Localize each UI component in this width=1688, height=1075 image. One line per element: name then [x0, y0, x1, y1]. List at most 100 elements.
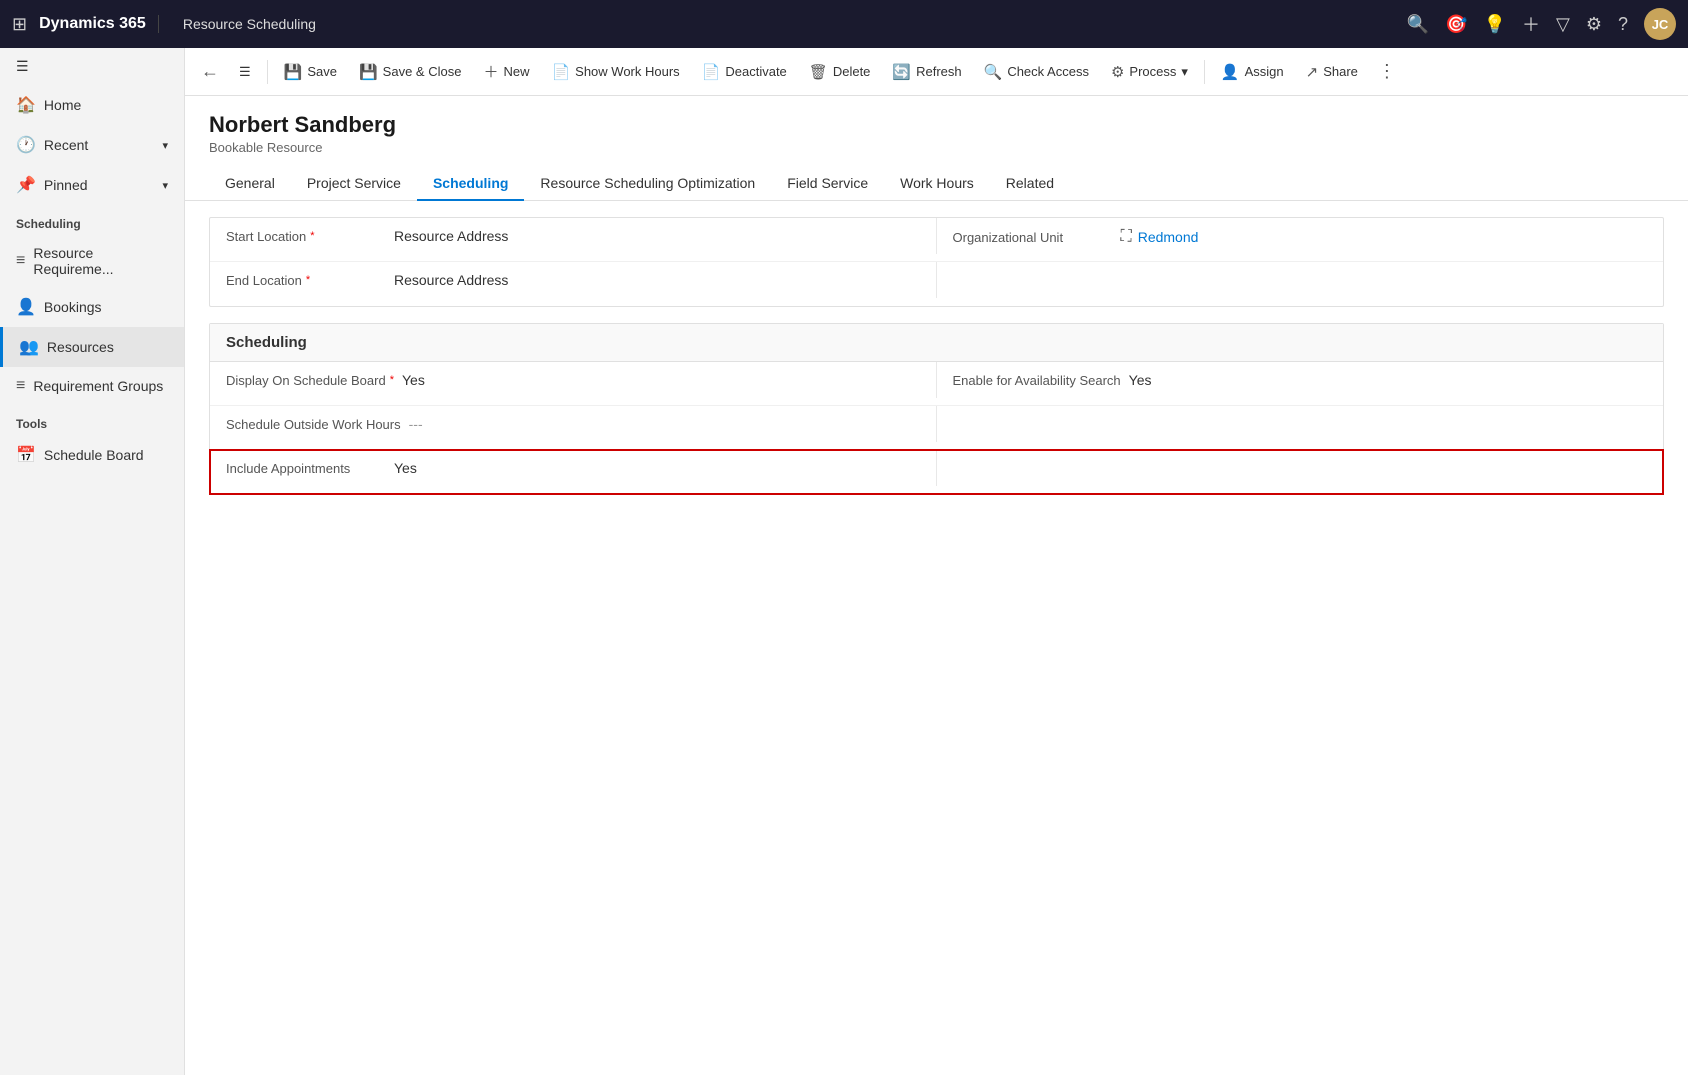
resources-icon: 👥 — [19, 337, 39, 357]
share-button[interactable]: ↗ Share — [1296, 57, 1368, 87]
resource-req-icon: ≡ — [16, 252, 25, 270]
recent-chevron-icon: ▾ — [162, 139, 168, 152]
recent-icon: 🕐 — [16, 135, 36, 155]
grid-icon[interactable]: ⊞ — [12, 14, 27, 35]
assign-button[interactable]: 👤 Assign — [1211, 57, 1294, 87]
tab-general[interactable]: General — [209, 167, 291, 201]
schedule-outside-value[interactable]: --- — [401, 416, 920, 432]
scheduling-section: Scheduling Display On Schedule Board * Y… — [209, 323, 1664, 495]
sidebar-menu-toggle[interactable]: ☰ — [0, 48, 184, 85]
schedule-outside-row: Schedule Outside Work Hours --- — [210, 406, 1663, 450]
add-icon[interactable]: ＋ — [1522, 11, 1540, 37]
delete-button[interactable]: 🗑 Delete — [799, 57, 881, 87]
enable-availability-cell: Enable for Availability Search Yes — [937, 362, 1664, 398]
assign-label: Assign — [1245, 64, 1284, 79]
end-location-cell: End Location * Resource Address — [210, 262, 937, 298]
start-location-value[interactable]: Resource Address — [386, 228, 920, 244]
sidebar-item-pinned[interactable]: 📌 Pinned ▾ — [0, 165, 184, 205]
sidebar: ☰ 🏠 Home 🕐 Recent ▾ 📌 Pinned ▾ Schedulin… — [0, 48, 185, 1075]
sidebar-resource-req-label: Resource Requireme... — [33, 245, 168, 277]
scheduling-section-header: Scheduling — [210, 324, 1663, 362]
refresh-button[interactable]: 🔄 Refresh — [882, 57, 971, 87]
delete-icon: 🗑 — [809, 63, 828, 81]
sidebar-tools-header: Tools — [0, 405, 184, 435]
settings-icon[interactable]: ⚙ — [1586, 14, 1602, 35]
back-button[interactable]: ← — [193, 55, 227, 88]
filter-icon[interactable]: ▽ — [1556, 14, 1570, 35]
sidebar-scheduling-header: Scheduling — [0, 205, 184, 235]
check-access-button[interactable]: 🔍 Check Access — [974, 57, 1099, 87]
share-icon: ↗ — [1306, 63, 1319, 81]
tab-resource-scheduling-opt[interactable]: Resource Scheduling Optimization — [524, 167, 771, 201]
include-appointments-value[interactable]: Yes — [386, 460, 920, 476]
user-avatar[interactable]: JC — [1644, 8, 1676, 40]
top-nav-right: 🔍 🎯 💡 ＋ ▽ ⚙ ? JC — [1407, 8, 1676, 40]
sidebar-bookings-label: Bookings — [44, 299, 102, 315]
display-schedule-cell: Display On Schedule Board * Yes — [210, 362, 937, 398]
end-location-value[interactable]: Resource Address — [386, 272, 920, 288]
new-button[interactable]: ＋ New — [473, 55, 539, 88]
enable-availability-label: Enable for Availability Search — [953, 373, 1121, 388]
sidebar-item-resource-requirements[interactable]: ≡ Resource Requireme... — [0, 235, 184, 287]
delete-label: Delete — [833, 64, 871, 79]
tab-related[interactable]: Related — [990, 167, 1070, 201]
tab-field-service[interactable]: Field Service — [771, 167, 884, 201]
tab-project-service[interactable]: Project Service — [291, 167, 417, 201]
include-appointments-cell: Include Appointments Yes — [210, 450, 937, 486]
record-name: Norbert Sandberg — [209, 112, 1664, 138]
check-access-label: Check Access — [1007, 64, 1089, 79]
pinned-chevron-icon: ▾ — [162, 179, 168, 192]
sidebar-item-home[interactable]: 🏠 Home — [0, 85, 184, 125]
bookings-icon: 👤 — [16, 297, 36, 317]
save-icon: 💾 — [284, 63, 303, 81]
sidebar-recent-label: Recent — [44, 137, 88, 153]
display-schedule-text: Display On Schedule Board — [226, 373, 386, 388]
tab-work-hours[interactable]: Work Hours — [884, 167, 990, 201]
save-label: Save — [307, 64, 337, 79]
work-hours-icon: 📄 — [551, 63, 570, 81]
org-unit-value[interactable]: ⛶ Redmond — [1113, 228, 1648, 246]
bulb-icon[interactable]: 💡 — [1484, 14, 1506, 35]
start-location-text: Start Location — [226, 229, 306, 244]
sidebar-item-recent[interactable]: 🕐 Recent ▾ — [0, 125, 184, 165]
process-button[interactable]: ⚙ Process ▾ — [1101, 57, 1198, 87]
cmd-divider-2 — [1204, 60, 1205, 84]
enable-availability-value[interactable]: Yes — [1121, 372, 1647, 388]
start-location-label: Start Location * — [226, 229, 386, 244]
org-unit-link-text[interactable]: Redmond — [1138, 229, 1199, 245]
end-location-right-cell — [937, 262, 1664, 282]
sidebar-item-schedule-board[interactable]: 📅 Schedule Board — [0, 435, 184, 475]
check-access-icon: 🔍 — [984, 63, 1003, 81]
new-icon: ＋ — [483, 61, 498, 82]
sidebar-item-resources[interactable]: 👥 Resources — [0, 327, 184, 367]
help-icon[interactable]: ? — [1618, 14, 1628, 35]
sidebar-pinned-label: Pinned — [44, 177, 88, 193]
sidebar-item-bookings[interactable]: 👤 Bookings — [0, 287, 184, 327]
search-icon[interactable]: 🔍 — [1407, 14, 1429, 35]
deactivate-button[interactable]: 📄 Deactivate — [692, 57, 797, 87]
save-close-button[interactable]: 💾 Save & Close — [349, 57, 471, 87]
tab-scheduling[interactable]: Scheduling — [417, 167, 524, 201]
include-appointments-label: Include Appointments — [226, 461, 386, 476]
target-icon[interactable]: 🎯 — [1445, 14, 1467, 35]
refresh-icon: 🔄 — [892, 63, 911, 81]
record-type: Bookable Resource — [209, 140, 1664, 155]
req-groups-icon: ≡ — [16, 377, 25, 395]
show-work-hours-button[interactable]: 📄 Show Work Hours — [541, 57, 689, 87]
process-chevron-icon: ▾ — [1181, 64, 1188, 80]
refresh-label: Refresh — [916, 64, 962, 79]
app-name: Resource Scheduling — [171, 16, 316, 32]
end-location-required: * — [306, 274, 310, 286]
sidebar-item-requirement-groups[interactable]: ≡ Requirement Groups — [0, 367, 184, 405]
more-options-button[interactable]: ⋮ — [1370, 57, 1404, 86]
pin-icon: 📌 — [16, 175, 36, 195]
form-toggle-button[interactable]: ☰ — [229, 58, 261, 86]
show-work-hours-label: Show Work Hours — [575, 64, 680, 79]
display-schedule-value[interactable]: Yes — [394, 372, 920, 388]
hamburger-icon: ☰ — [16, 58, 29, 75]
sidebar-home-label: Home — [44, 97, 81, 113]
save-button[interactable]: 💾 Save — [274, 57, 347, 87]
deactivate-label: Deactivate — [725, 64, 786, 79]
command-bar: ← ☰ 💾 Save 💾 Save & Close ＋ New 📄 Show W… — [185, 48, 1688, 96]
include-appointments-row: Include Appointments Yes — [210, 450, 1663, 494]
